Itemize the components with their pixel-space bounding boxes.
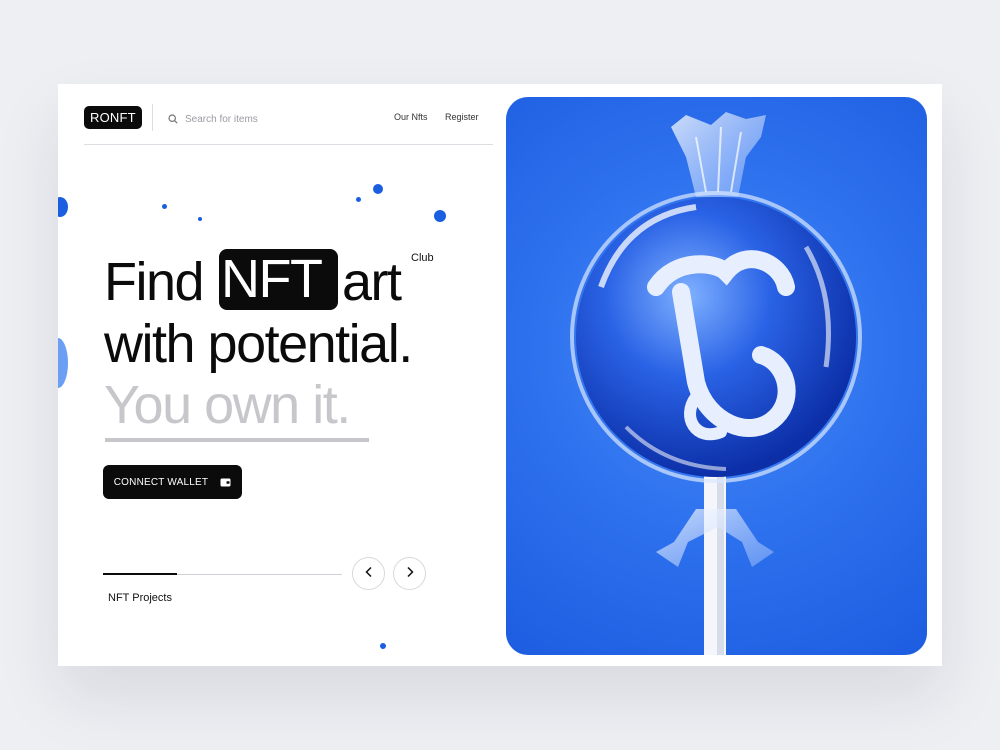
decor-dot [356, 197, 361, 202]
headline-club: Club [411, 252, 434, 264]
hero-image [506, 97, 927, 655]
landing-card: RONFT Search for items Our Nfts Register… [58, 84, 942, 666]
decor-dot [380, 643, 386, 649]
header-divider-line [84, 144, 493, 145]
headline-line3: You own it. [104, 375, 351, 435]
headline-nft: NFT [221, 249, 323, 309]
headline-find: Find [104, 252, 205, 312]
search-bar[interactable]: Search for items [168, 111, 258, 127]
headline-art: art [342, 252, 402, 312]
headline-line2: with potential. [104, 314, 413, 374]
search-input[interactable]: Search for items [185, 114, 258, 125]
projects-label: NFT Projects [108, 592, 172, 604]
logo[interactable]: RONFT [84, 106, 142, 129]
lollipop-illustration [570, 112, 862, 655]
connect-wallet-label: CONNECT WALLET [113, 476, 209, 488]
decor-dot [58, 197, 68, 217]
wallet-icon [220, 478, 231, 487]
decor-dot [58, 338, 68, 388]
connect-wallet-button[interactable]: CONNECT WALLET [103, 465, 242, 499]
nav-our-nfts[interactable]: Our Nfts [394, 112, 428, 122]
chevron-right-icon [405, 565, 415, 583]
decor-dot [162, 204, 167, 209]
decor-dot [198, 217, 202, 221]
search-icon [168, 114, 178, 124]
chevron-left-icon [364, 565, 374, 583]
decor-dot [434, 210, 446, 222]
header-divider [152, 104, 153, 131]
projects-progress-fill [103, 573, 177, 575]
nav-register[interactable]: Register [445, 112, 479, 122]
next-button[interactable] [393, 557, 426, 590]
decor-dot [373, 184, 383, 194]
headline-underline [105, 438, 369, 442]
prev-button[interactable] [352, 557, 385, 590]
